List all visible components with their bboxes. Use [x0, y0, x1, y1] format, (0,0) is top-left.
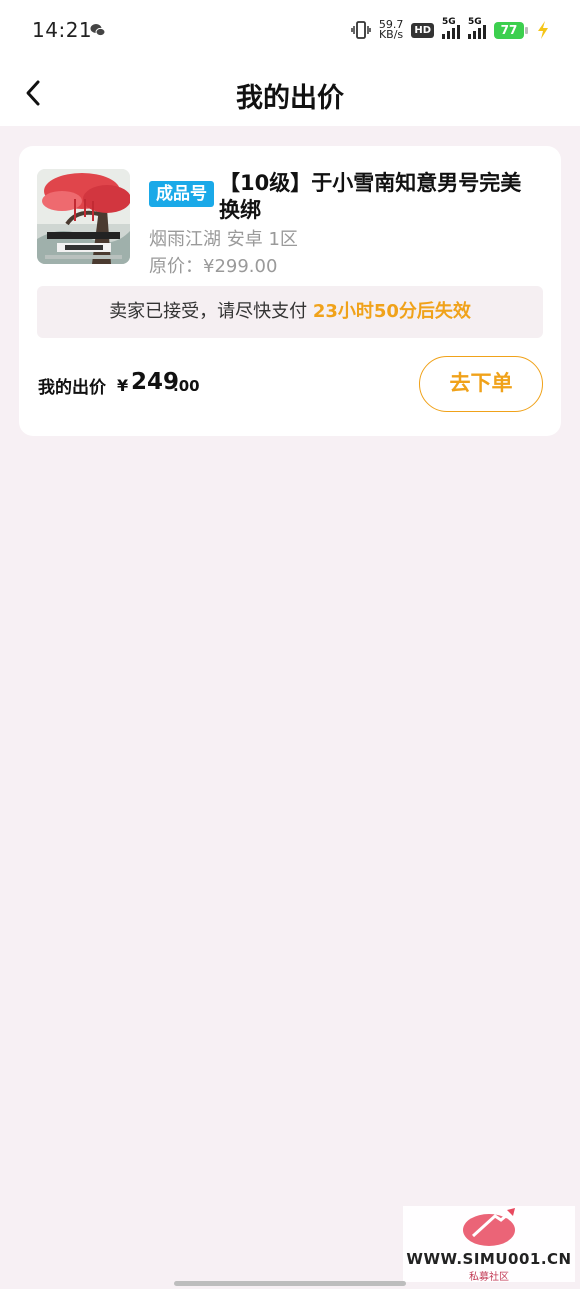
wechat-icon: [90, 24, 106, 37]
my-offer-label: 我的出价: [38, 378, 106, 398]
signal-icon-2: 5G: [468, 17, 486, 39]
offer-card[interactable]: 成品号 【10级】于小雪南知意男号完美换绑 烟雨江湖 安卓 1区 原价：¥299…: [19, 146, 561, 436]
watermark: WWW.SIMU001.CN 私募社区: [403, 1206, 575, 1283]
game-art-image: [37, 169, 130, 264]
battery-indicator: 77: [494, 21, 528, 39]
offer-currency: ¥: [117, 376, 129, 395]
offer-amount-decimal: .00: [173, 377, 200, 395]
net-speed: 59.7 KB/s: [378, 18, 404, 41]
vibrate-icon: [351, 21, 371, 39]
charging-bolt-icon: [538, 21, 548, 39]
notice-countdown: 23小时50分后失效: [312, 301, 471, 322]
status-bar: 14:21 59.7 KB/s HD 5G 5G 77: [0, 0, 580, 60]
place-order-button[interactable]: 去下单: [419, 356, 543, 412]
offer-amount: 249: [131, 369, 180, 395]
signal-icon-1: 5G: [442, 17, 460, 39]
product-thumbnail[interactable]: [37, 169, 130, 264]
product-title[interactable]: 【10级】于小雪南知意男号完美换绑: [219, 170, 539, 224]
status-icons: 59.7 KB/s HD 5G 5G 77: [351, 17, 550, 42]
home-indicator[interactable]: [174, 1281, 406, 1286]
watermark-url: WWW.SIMU001.CN: [406, 1250, 572, 1268]
nav-bar: 我的出价: [0, 60, 580, 126]
notice-text: 卖家已接受，请尽快支付: [109, 301, 308, 322]
product-type-tag: 成品号: [149, 181, 214, 207]
product-server: 烟雨江湖 安卓 1区: [149, 229, 298, 250]
watermark-subtitle: 私募社区: [469, 1272, 509, 1283]
payment-notice: 卖家已接受，请尽快支付 23小时50分后失效: [37, 286, 543, 338]
original-price: 原价：¥299.00: [149, 256, 278, 277]
status-time: 14:21: [32, 18, 93, 42]
watermark-logo-icon: [463, 1208, 515, 1246]
page-title: 我的出价: [236, 83, 344, 114]
hd-badge: HD: [411, 22, 434, 38]
